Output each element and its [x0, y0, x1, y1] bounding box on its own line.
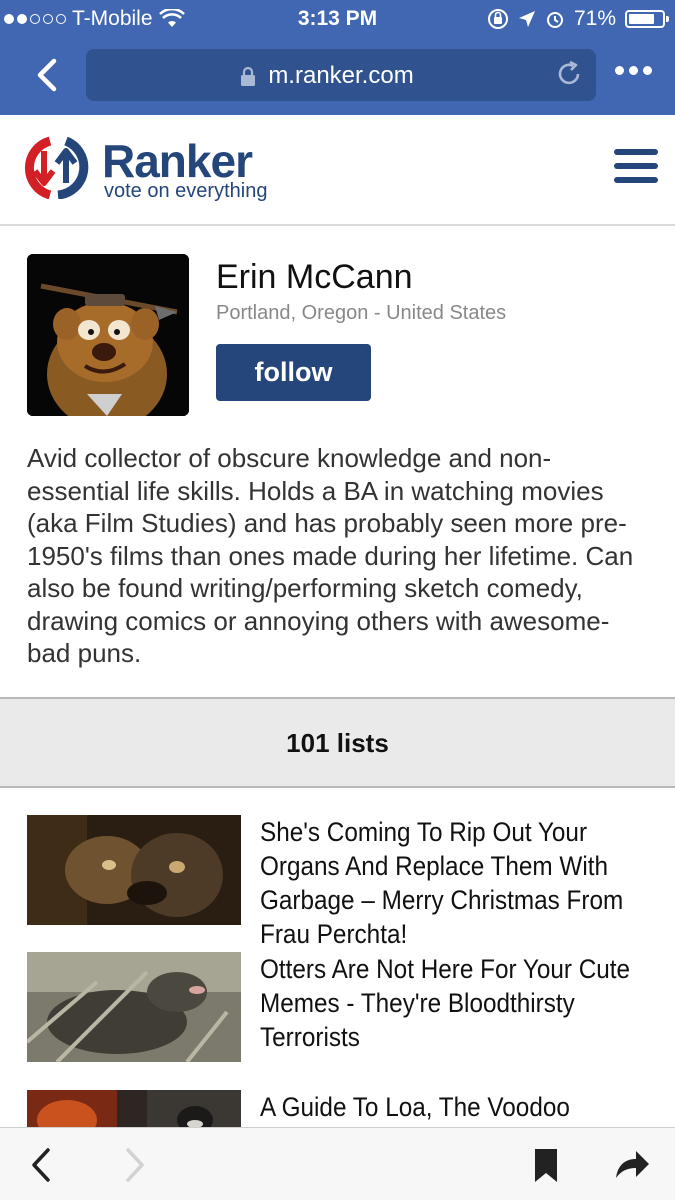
- profile-bio: Avid collector of obscure knowledge and …: [27, 443, 634, 668]
- battery-percent: 71%: [573, 7, 616, 30]
- site-header: Ranker vote on everything: [0, 115, 675, 226]
- list-item[interactable]: A Guide To Loa, The Voodoo: [27, 1090, 652, 1127]
- list-item[interactable]: Otters Are Not Here For Your Cute Memes …: [27, 952, 652, 1062]
- logo-tagline: vote on everything: [104, 180, 268, 202]
- list-item[interactable]: She's Coming To Rip Out Your Organs And …: [27, 815, 652, 949]
- article-thumbnail[interactable]: [27, 1090, 241, 1127]
- avatar: [27, 254, 189, 416]
- orientation-lock-icon: [487, 9, 508, 29]
- lists-count-header[interactable]: 101 lists: [0, 697, 675, 788]
- article-title[interactable]: She's Coming To Rip Out Your Organs And …: [260, 815, 652, 951]
- ranker-logo-icon[interactable]: [20, 135, 96, 199]
- browser-chrome: T-Mobile 3:13 PM 71% m.ranker.com: [0, 0, 675, 115]
- thumbnail-image: [27, 1090, 241, 1127]
- profile-name: Erin McCann: [216, 258, 413, 296]
- back-arrow-icon[interactable]: [24, 1146, 62, 1184]
- address-bar[interactable]: m.ranker.com: [86, 49, 596, 101]
- browser-toolbar: [0, 1127, 675, 1200]
- hamburger-menu-icon[interactable]: [614, 149, 658, 185]
- profile-photo: [27, 254, 189, 416]
- alarm-icon: [546, 12, 563, 28]
- thumbnail-image: [27, 952, 241, 1062]
- profile-location: Portland, Oregon - United States: [216, 302, 507, 324]
- url-text: m.ranker.com: [268, 62, 414, 89]
- article-thumbnail[interactable]: [27, 952, 241, 1062]
- thumbnail-image: [27, 815, 241, 925]
- reload-icon[interactable]: [554, 59, 584, 89]
- battery-icon: [625, 10, 669, 28]
- status-right: 71%: [487, 7, 669, 31]
- location-arrow-icon: [518, 11, 535, 27]
- article-thumbnail[interactable]: [27, 815, 241, 925]
- back-icon: [37, 58, 57, 92]
- article-title[interactable]: A Guide To Loa, The Voodoo: [260, 1090, 652, 1124]
- bookmark-icon[interactable]: [527, 1146, 565, 1184]
- more-icon[interactable]: [615, 66, 652, 75]
- forward-arrow-icon[interactable]: [114, 1146, 152, 1184]
- browser-back-button[interactable]: [28, 55, 68, 95]
- status-bar: T-Mobile 3:13 PM 71%: [0, 0, 675, 38]
- share-icon[interactable]: [612, 1146, 650, 1184]
- follow-button[interactable]: follow: [216, 344, 371, 401]
- article-title[interactable]: Otters Are Not Here For Your Cute Memes …: [260, 952, 652, 1054]
